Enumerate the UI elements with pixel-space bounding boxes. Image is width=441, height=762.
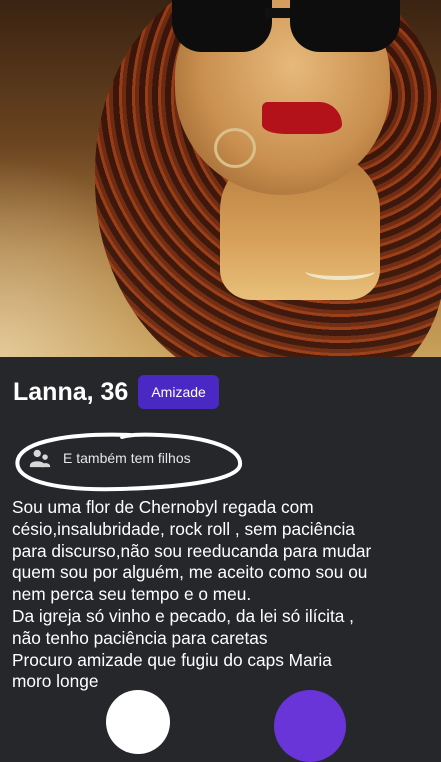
photo-sunglasses-left [172,0,272,52]
photo-necklace [305,262,375,280]
profile-card: Lanna, 36 Amizade E também tem filhos So… [0,357,441,710]
bio-line: quem sou por alguém, me aceito como sou … [12,562,368,583]
photo-earring [214,128,256,168]
bio-line: césio,insalubridade, rock roll , sem pac… [12,518,355,539]
photo-lips [262,102,342,134]
like-button[interactable] [274,690,346,762]
profile-name-age: Lanna, 36 [13,377,129,406]
bio-line: Da igreja só vinho e pecado, da lei só i… [12,605,354,626]
children-text: E também tem filhos [63,450,191,466]
bio-line: para discurso,não sou reeducanda para mu… [12,540,372,561]
bio-line: moro longe [12,671,99,692]
dislike-button[interactable] [106,690,170,754]
bio-line: Procuro amizade que fugiu do caps Maria [12,649,332,670]
bio-line: Sou uma flor de Chernobyl regada com [12,497,314,517]
intent-badge: Amizade [138,375,219,409]
profile-photo[interactable] [0,0,441,357]
profile-bio: Sou uma flor de Chernobyl regada com cés… [12,497,432,693]
photo-sunglasses-right [290,0,400,52]
children-info: E também tem filhos [29,447,191,469]
bio-line: nem perca seu tempo e o meu. [12,584,252,605]
name-row: Lanna, 36 Amizade [13,375,219,409]
bio-line: não tenho paciência para caretas [12,627,268,648]
people-icon [29,449,51,468]
